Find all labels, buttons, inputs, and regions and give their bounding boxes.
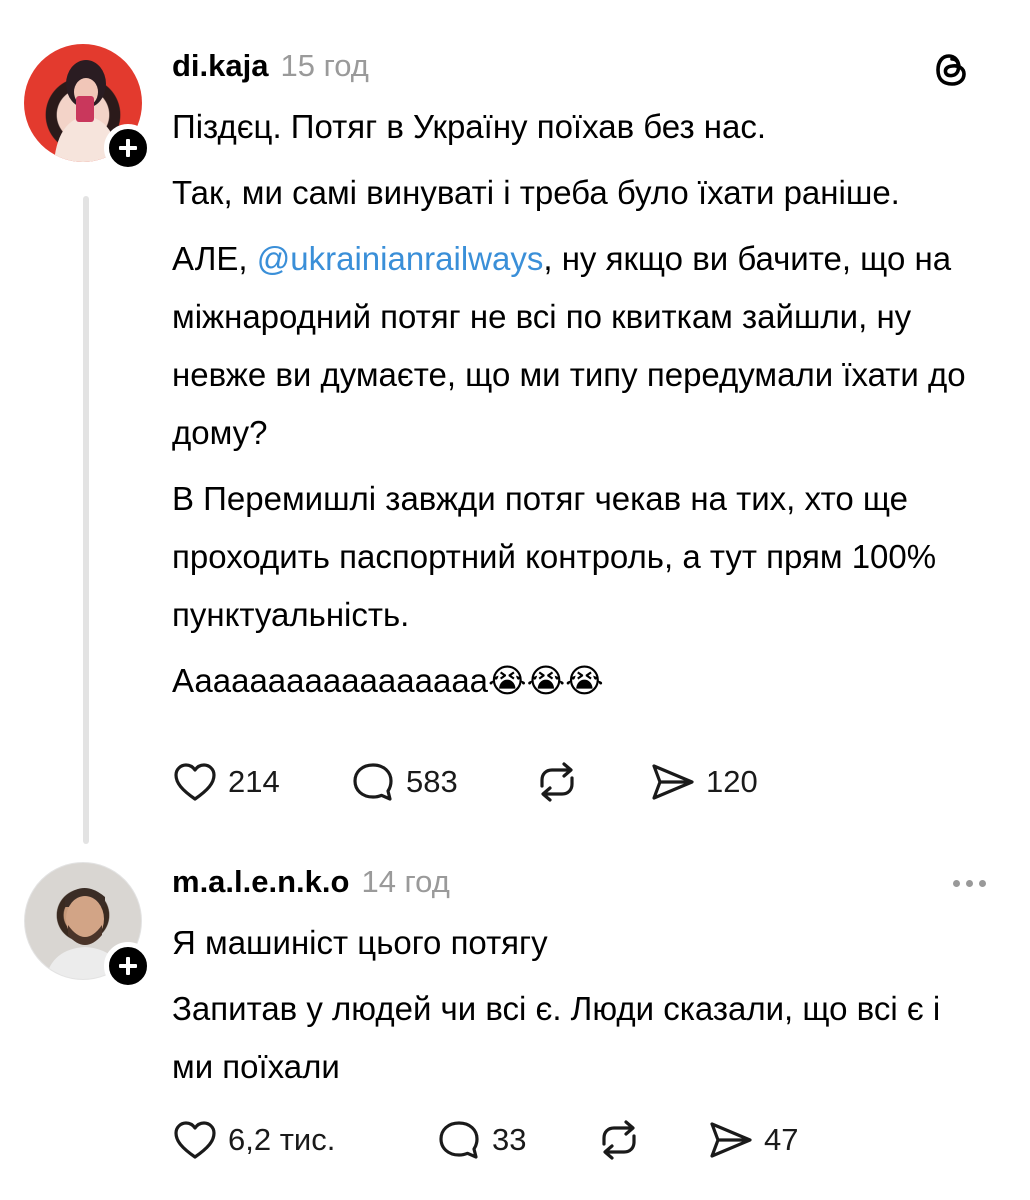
plus-icon (119, 957, 137, 975)
post-paragraph: Ааааааааааааааааа😭😭😭 (172, 662, 604, 699)
post-paragraph: Я машиніст цього потягу (172, 924, 548, 961)
reply-button[interactable]: 583 (350, 760, 534, 804)
post-body: Піздєц. Потяг в Україну поїхав без нас. … (172, 98, 1002, 718)
share-count: 47 (764, 1122, 799, 1157)
follow-button[interactable] (104, 942, 152, 990)
paragraph-text: АЛЕ, (172, 240, 257, 277)
like-count: 6,2 тис. (228, 1122, 336, 1157)
share-button[interactable]: 120 (650, 762, 758, 802)
mention-link[interactable]: @ukrainianrailways (257, 240, 544, 277)
username[interactable]: m.a.l.e.n.k.o (172, 864, 349, 900)
like-count: 214 (228, 764, 280, 799)
repost-button[interactable] (596, 1118, 708, 1162)
repost-button[interactable] (534, 760, 650, 804)
repost-icon (540, 762, 574, 802)
heart-icon (174, 763, 216, 801)
comment-icon (353, 763, 393, 801)
action-bar: 6,2 тис. 33 47 (172, 1118, 798, 1162)
timestamp: 14 год (361, 864, 450, 899)
share-button[interactable]: 47 (708, 1120, 798, 1160)
reply-button[interactable]: 33 (436, 1118, 596, 1162)
follow-button[interactable] (104, 124, 152, 172)
thread-line (83, 196, 89, 844)
post-paragraph: В Перемишлі завжди потяг чекав на тих, х… (172, 480, 937, 633)
post-header: m.a.l.e.n.k.o 14 год (172, 864, 450, 900)
post-header: di.kaja 15 год (172, 48, 369, 84)
plus-icon (119, 139, 137, 157)
send-icon (652, 764, 694, 800)
post-paragraph: Запитав у людей чи всі є. Люди сказали, … (172, 990, 941, 1085)
heart-icon (174, 1121, 216, 1159)
timestamp: 15 год (280, 48, 369, 83)
more-options-icon[interactable] (953, 880, 986, 887)
post-paragraph: Піздєц. Потяг в Україну поїхав без нас. (172, 108, 766, 145)
reply-count: 33 (492, 1122, 527, 1157)
threads-logo-icon[interactable] (932, 50, 972, 95)
repost-icon (602, 1120, 636, 1160)
action-bar: 214 583 120 (172, 760, 758, 804)
send-icon (710, 1122, 752, 1158)
post-body: Я машиніст цього потягу Запитав у людей … (172, 914, 1002, 1104)
like-button[interactable]: 214 (172, 761, 350, 803)
reply-count: 583 (406, 764, 458, 799)
post-paragraph: Так, ми самі винуваті і треба було їхати… (172, 174, 900, 211)
like-button[interactable]: 6,2 тис. (172, 1119, 436, 1161)
share-count: 120 (706, 764, 758, 799)
post-paragraph: АЛЕ, @ukrainianrailways, ну якщо ви бачи… (172, 230, 1002, 462)
comment-icon (439, 1121, 479, 1159)
username[interactable]: di.kaja (172, 48, 269, 84)
